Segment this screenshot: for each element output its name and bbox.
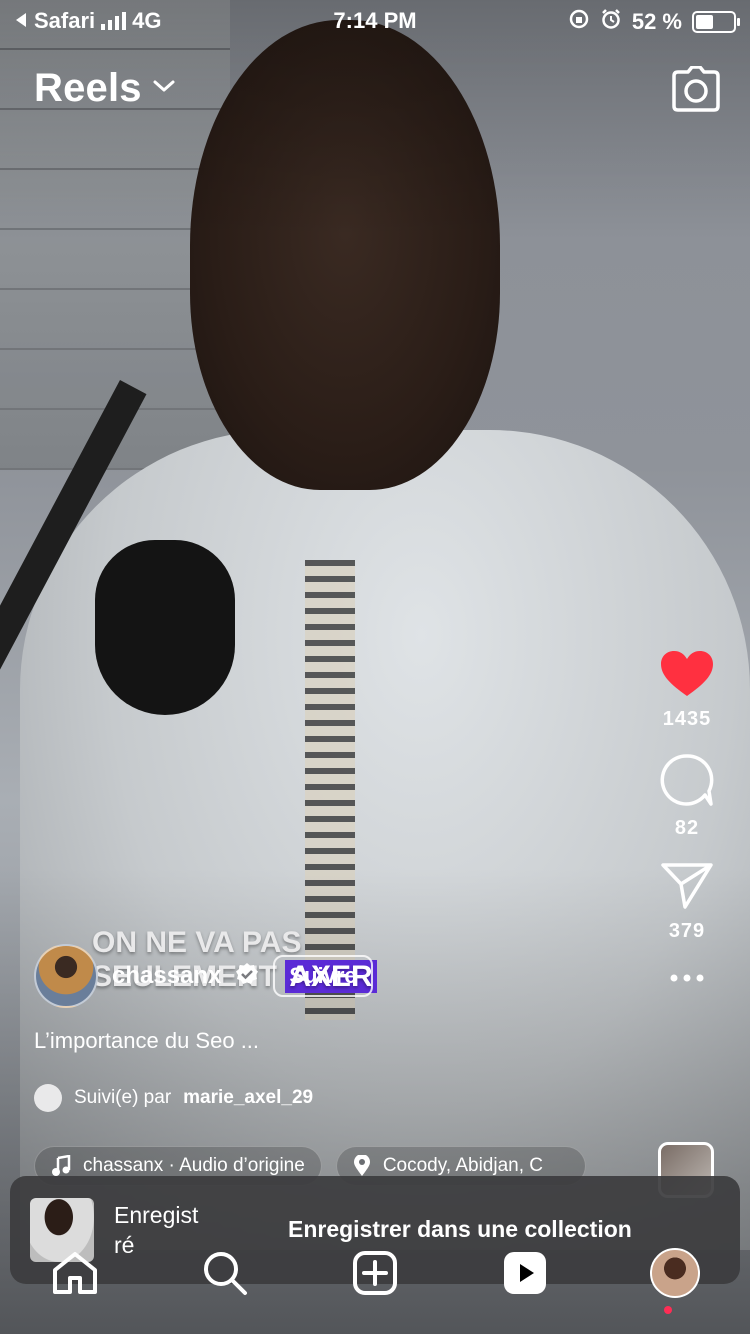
page-title: Reels: [34, 66, 142, 110]
avatar[interactable]: [34, 944, 98, 1008]
post-author-row: chassanx Suivre: [34, 944, 373, 1008]
nav-search[interactable]: [195, 1250, 255, 1296]
like-count: 1435: [662, 708, 712, 730]
follow-button[interactable]: Suivre: [273, 955, 373, 997]
heart-icon: [661, 651, 713, 696]
followed-by[interactable]: Suivi(e) par marie_axel_29: [34, 1084, 313, 1112]
more-dots-icon: [670, 974, 704, 982]
battery-percent: 52 %: [631, 9, 682, 34]
reels-icon: [504, 1252, 546, 1294]
comment-icon: [660, 754, 714, 806]
verified-badge-icon: [235, 962, 259, 991]
camera-button[interactable]: [672, 65, 720, 112]
share-button[interactable]: 379: [652, 862, 722, 943]
like-button[interactable]: 1435: [652, 650, 722, 731]
battery-level: [696, 15, 713, 29]
more-button[interactable]: [652, 973, 722, 983]
search-icon: [204, 1252, 247, 1295]
orientation-lock-icon: [568, 8, 590, 36]
music-note-icon: [52, 1155, 71, 1176]
share-count: 379: [668, 920, 706, 942]
battery-icon: [692, 11, 740, 33]
post-caption[interactable]: L’importance du Seo ...: [34, 1028, 259, 1054]
nav-create[interactable]: [345, 1250, 405, 1296]
toast-saved-line-1: Enregist: [114, 1202, 199, 1228]
plus-square-icon: [353, 1251, 397, 1295]
location-pin-icon: [353, 1155, 370, 1176]
status-bar: Safari 4G 7:14 PM 52 %: [0, 0, 750, 42]
notification-dot: [664, 1306, 672, 1314]
nav-home[interactable]: [45, 1250, 105, 1296]
location-label: Cocody, Abidjan, C: [382, 1155, 543, 1176]
username[interactable]: chassanx: [112, 962, 221, 990]
profile-avatar: [650, 1248, 700, 1298]
followed-by-prefix: Suivi(e) par: [74, 1087, 172, 1108]
save-to-collection-button[interactable]: Enregistrer dans une collection: [288, 1216, 632, 1243]
follower-avatar: [34, 1084, 62, 1112]
status-right: 52 %: [568, 8, 740, 36]
paper-plane-icon: [661, 863, 713, 909]
comment-button[interactable]: 82: [652, 753, 722, 840]
followed-by-user: marie_axel_29: [183, 1087, 314, 1108]
home-icon: [53, 1252, 97, 1294]
bottom-nav: [0, 1244, 750, 1334]
nav-reels[interactable]: [495, 1250, 555, 1296]
action-column: 1435 82 379: [652, 650, 722, 1005]
audio-label: chassanx · Audio d’origine: [83, 1155, 305, 1176]
nav-profile[interactable]: [645, 1248, 705, 1314]
video-shade: [0, 0, 750, 1334]
alarm-icon: [600, 8, 622, 36]
comment-count: 82: [674, 817, 700, 839]
reels-header[interactable]: Reels: [34, 66, 176, 111]
camera-icon: [672, 65, 720, 112]
chevron-down-icon: [152, 78, 176, 99]
